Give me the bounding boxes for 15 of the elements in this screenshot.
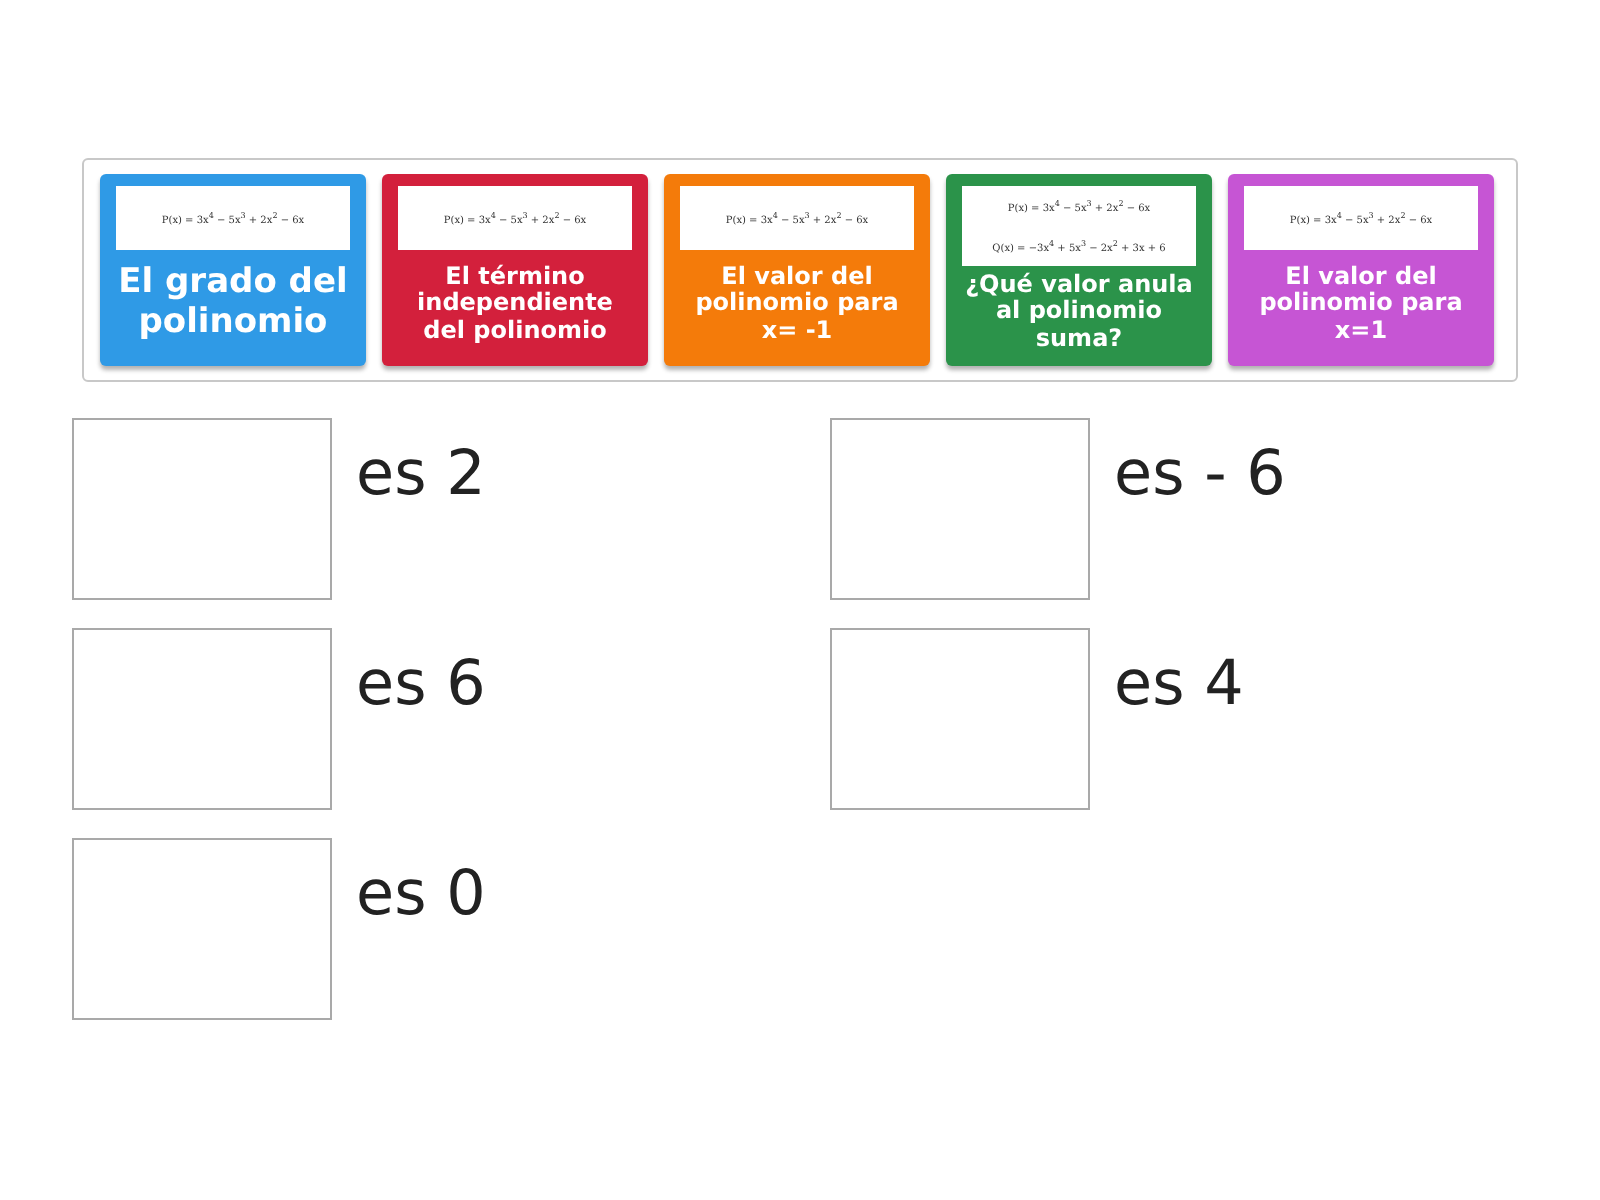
drop-zone[interactable] bbox=[72, 418, 332, 600]
drop-zone[interactable] bbox=[72, 838, 332, 1020]
card-label: El valor del polinomio para x=1 bbox=[1257, 260, 1465, 348]
drop-zone[interactable] bbox=[830, 628, 1090, 810]
drop-zone[interactable] bbox=[72, 628, 332, 810]
answer-text: es - 6 bbox=[1114, 436, 1286, 510]
card-label: El grado del polinomio bbox=[116, 260, 350, 346]
answer-text: es 0 bbox=[356, 856, 486, 930]
answer-text: es 6 bbox=[356, 646, 486, 720]
answer-text: es 2 bbox=[356, 436, 486, 510]
card-label: El término independiente del polinomio bbox=[415, 260, 615, 348]
card-label: El valor del polinomio para x= -1 bbox=[693, 260, 901, 348]
card-label: ¿Qué valor anula al polinomio suma? bbox=[963, 268, 1195, 356]
drop-zone[interactable] bbox=[830, 418, 1090, 600]
answer-text: es 4 bbox=[1114, 646, 1244, 720]
